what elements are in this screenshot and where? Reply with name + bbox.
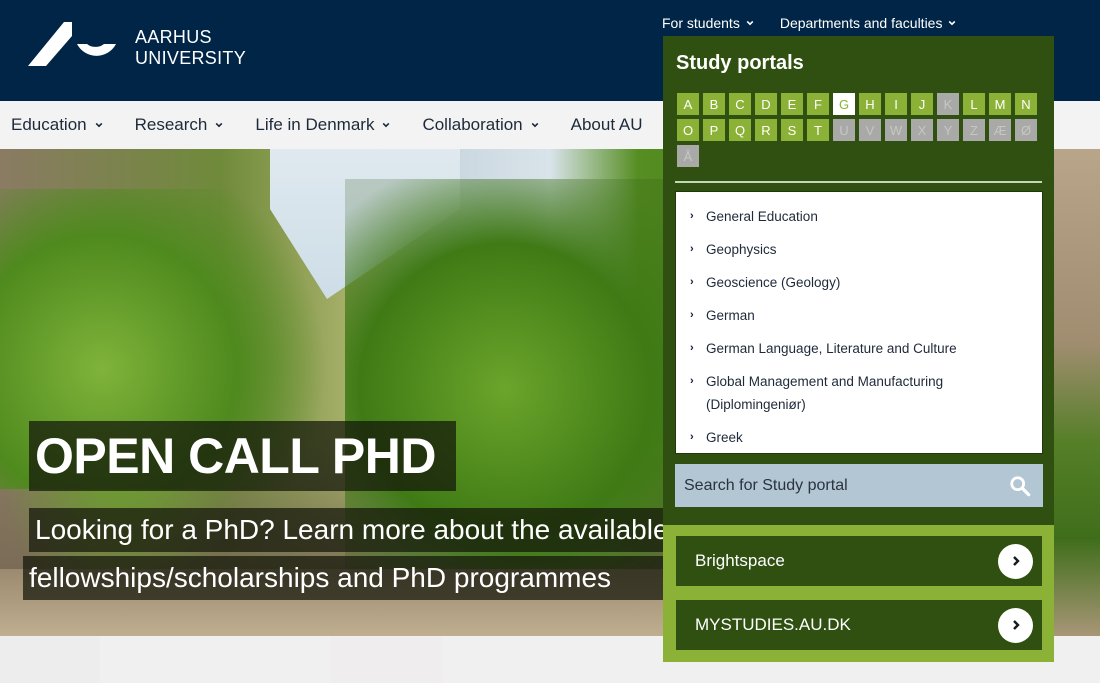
letter-filter-button[interactable]: M (989, 93, 1011, 115)
letter-filter-button[interactable]: T (807, 119, 829, 141)
nav-item-education[interactable]: Education (11, 115, 103, 135)
quick-link-label: Brightspace (695, 551, 785, 570)
search-icon[interactable] (1009, 475, 1031, 497)
mystudies-link[interactable]: MYSTUDIES.AU.DK (676, 600, 1042, 650)
utility-nav-label: For students (662, 15, 740, 31)
nav-item-label: Life in Denmark (255, 115, 375, 134)
hero-subtitle-line2: fellowships/scholarships and PhD program… (23, 556, 669, 600)
letter-filter-button[interactable]: L (963, 93, 985, 115)
letter-filter-button[interactable]: C (729, 93, 751, 115)
letter-filter-button: Æ (989, 119, 1011, 141)
letter-filter-button[interactable]: D (755, 93, 777, 115)
arrow-right-circle-icon (998, 607, 1033, 643)
chevron-right-icon: › (690, 375, 694, 387)
arrow-right-circle-icon (998, 543, 1033, 579)
search-placeholder: Search for Study portal (684, 476, 848, 494)
chevron-down-icon (383, 122, 390, 128)
letter-filter-button[interactable]: A (677, 93, 699, 115)
letter-filter-button[interactable]: H (859, 93, 881, 115)
hero-subtitle-line1: Looking for a PhD? Learn more about the … (29, 508, 669, 552)
study-portal-item-label: General Education (706, 209, 818, 224)
utility-nav-departments[interactable]: Departments and faculties (780, 15, 957, 31)
nav-item-label: Research (134, 115, 208, 134)
nav-item-research[interactable]: Research (135, 115, 224, 135)
logo-line1: AARHUS (135, 27, 212, 47)
nav-item-label: Education (11, 115, 87, 134)
letter-filter-button[interactable]: R (755, 119, 777, 141)
letter-filter-button: K (937, 93, 959, 115)
nav-item-collaboration[interactable]: Collaboration (422, 115, 539, 135)
study-portal-item-label: Geoscience (Geology) (706, 275, 841, 290)
content-block (330, 636, 442, 683)
letter-filter-button: X (911, 119, 933, 141)
letter-filter-button: Y (937, 119, 959, 141)
logo-wordmark[interactable]: AARHUS UNIVERSITY (135, 27, 246, 69)
content-block (0, 636, 100, 683)
chevron-down-icon (949, 20, 956, 26)
study-portals-dropdown: Study portals ABCDEFGHIJKLMN OPQRSTUVWXYZ… (663, 36, 1054, 662)
study-portal-item-label: German Language, Literature and Culture (706, 341, 957, 356)
chevron-right-icon: › (690, 210, 694, 222)
letter-filter-button[interactable]: F (807, 93, 829, 115)
hero-image-right-wall (1054, 149, 1100, 636)
utility-nav-for-students[interactable]: For students (662, 15, 754, 31)
study-portal-item-label: German (706, 308, 755, 323)
letter-filter-button[interactable]: G (833, 93, 855, 115)
study-portal-item-geoscience[interactable]: › Geoscience (Geology) (676, 273, 1042, 294)
chevron-down-icon (95, 122, 102, 128)
divider (675, 181, 1042, 183)
chevron-down-icon (531, 122, 539, 128)
letter-filter-button[interactable]: Q (729, 119, 751, 141)
nav-item-life-in-denmark[interactable]: Life in Denmark (255, 115, 390, 135)
chevron-right-icon: › (690, 243, 694, 255)
letter-filter-button[interactable]: B (703, 93, 725, 115)
study-portal-item-label: Global Management and Manufacturing (Dip… (706, 374, 944, 412)
study-portal-item-general-education[interactable]: › General Education (676, 207, 1042, 228)
brightspace-link[interactable]: Brightspace (676, 536, 1042, 586)
letter-filter-button: Ø (1015, 119, 1037, 141)
quick-link-label: MYSTUDIES.AU.DK (695, 615, 851, 634)
chevron-right-icon: › (690, 276, 694, 288)
letter-filter-button[interactable]: J (911, 93, 933, 115)
alphabet-filter: ABCDEFGHIJKLMN OPQRSTUVWXYZÆØ Å (677, 93, 1043, 167)
chevron-down-icon (216, 122, 223, 128)
letter-filter-button[interactable]: P (703, 119, 725, 141)
letter-filter-button: V (859, 119, 881, 141)
chevron-down-icon (746, 20, 754, 26)
study-portal-item-geophysics[interactable]: › Geophysics (676, 240, 1042, 261)
letter-filter-button[interactable]: I (885, 93, 907, 115)
study-portal-item-german[interactable]: › German (676, 306, 1042, 327)
nav-item-about-au[interactable]: About AU (571, 115, 643, 135)
nav-item-label: Collaboration (422, 115, 523, 134)
quick-links: Brightspace MYSTUDIES.AU.DK (663, 525, 1054, 662)
letter-filter-button[interactable]: E (781, 93, 803, 115)
utility-nav-label: Departments and faculties (779, 15, 943, 31)
nav-item-label: About AU (570, 115, 643, 134)
letter-filter-button: Z (963, 119, 985, 141)
study-portal-list: › General Education › Geophysics › Geosc… (675, 191, 1043, 454)
study-portals-title: Study portals (676, 52, 804, 74)
letter-filter-button[interactable]: N (1015, 93, 1037, 115)
study-portal-item-greek[interactable]: › Greek (676, 428, 1042, 449)
letter-filter-button: W (885, 119, 907, 141)
hero-title[interactable]: OPEN CALL PHD (29, 421, 456, 491)
chevron-right-icon: › (690, 309, 694, 321)
study-portal-item-label: Greek (706, 430, 743, 445)
logo-line2: UNIVERSITY (135, 48, 247, 68)
study-portal-item-label: Geophysics (706, 242, 777, 257)
letter-filter-button: Å (677, 145, 699, 167)
au-logo-icon[interactable] (28, 22, 118, 68)
letter-filter-button[interactable]: S (781, 119, 803, 141)
utility-nav: For students Departments and faculties (662, 15, 956, 31)
study-portal-search-input[interactable]: Search for Study portal (675, 464, 1043, 507)
chevron-right-icon: › (690, 431, 694, 443)
letter-filter-button[interactable]: O (677, 119, 699, 141)
study-portal-item-global-management[interactable]: › Global Management and Manufacturing (D… (676, 372, 1042, 416)
letter-filter-button: U (833, 119, 855, 141)
study-portal-item-german-language[interactable]: › German Language, Literature and Cultur… (676, 339, 1042, 360)
chevron-right-icon: › (690, 342, 694, 354)
